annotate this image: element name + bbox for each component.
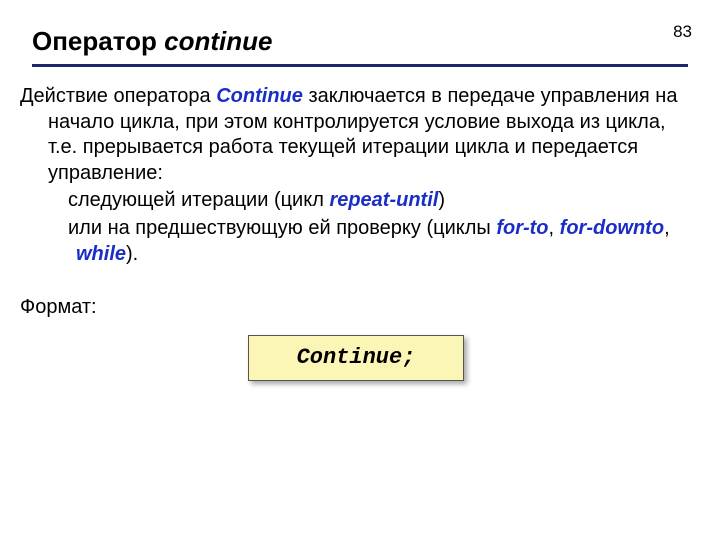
title-prefix: Оператор: [32, 26, 164, 56]
sep: ,: [664, 217, 670, 239]
list-item: или на предшествующую ей проверку (циклы…: [48, 216, 692, 267]
title-operator: continue: [164, 26, 272, 56]
keyword-for-downto: for-downto: [560, 217, 664, 239]
title-underline: [32, 64, 688, 67]
slide-title: Оператор continue: [32, 26, 688, 57]
keyword-while: while: [76, 243, 126, 265]
bullet-text-suffix: ).: [126, 243, 138, 265]
intro-paragraph: Действие оператора Continue заключается …: [20, 84, 692, 186]
sep: ,: [549, 217, 560, 239]
content-area: Действие оператора Continue заключается …: [20, 84, 692, 381]
bullet-text-prefix: следующей итерации (цикл: [68, 189, 329, 211]
bullet-text-prefix: или на предшествующую ей проверку (циклы: [68, 217, 496, 239]
bullet-list: следующей итерации (цикл repeat-until) и…: [20, 188, 692, 267]
intro-part1: Действие оператора: [20, 85, 216, 107]
code-box-container: Continue;: [20, 335, 692, 381]
list-item: следующей итерации (цикл repeat-until): [48, 188, 692, 214]
bullet-text-suffix: ): [438, 189, 445, 211]
code-box: Continue;: [248, 335, 465, 381]
keyword-for-to: for-to: [496, 217, 548, 239]
keyword-repeat-until: repeat-until: [329, 189, 438, 211]
intro-keyword: Continue: [216, 85, 303, 107]
format-label: Формат:: [20, 295, 692, 321]
